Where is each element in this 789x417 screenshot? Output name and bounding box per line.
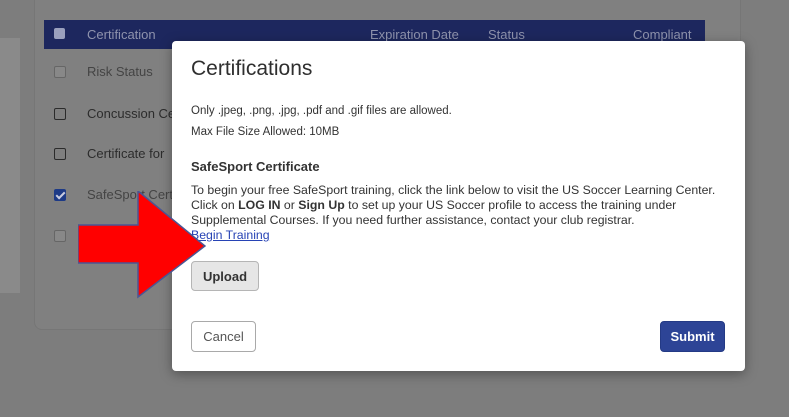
red-arrow-annotation <box>78 191 206 299</box>
header-compliant: Compliant <box>633 27 692 42</box>
cancel-button[interactable]: Cancel <box>191 321 256 352</box>
row-checkbox[interactable] <box>54 66 66 78</box>
row-checkbox[interactable] <box>54 230 66 242</box>
row-label: Concussion Ce <box>87 106 176 121</box>
description-text: or <box>280 198 299 212</box>
row-label: Certificate for <box>87 146 165 161</box>
section-title: SafeSport Certificate <box>191 159 320 174</box>
allowed-file-types-text: Only .jpeg, .png, .jpg, .pdf and .gif fi… <box>191 105 452 117</box>
modal-title: Certifications <box>191 57 313 80</box>
row-checkbox-checked[interactable] <box>54 189 66 201</box>
signup-emphasis: Sign Up <box>298 198 345 212</box>
max-file-size-text: Max File Size Allowed: 10MB <box>191 126 340 138</box>
training-description: To begin your free SafeSport training, c… <box>191 183 736 243</box>
certifications-modal: Certifications Only .jpeg, .png, .jpg, .… <box>172 41 745 371</box>
row-checkbox[interactable] <box>54 108 66 120</box>
login-emphasis: LOG IN <box>238 198 281 212</box>
row-checkbox[interactable] <box>54 148 66 160</box>
header-expiration-date: Expiration Date <box>370 27 459 42</box>
header-certification: Certification <box>87 27 156 42</box>
select-all-checkbox[interactable] <box>54 28 65 39</box>
submit-button[interactable]: Submit <box>660 321 725 352</box>
row-label: Risk Status <box>87 64 153 79</box>
header-status: Status <box>488 27 525 42</box>
background-panel <box>0 38 20 293</box>
